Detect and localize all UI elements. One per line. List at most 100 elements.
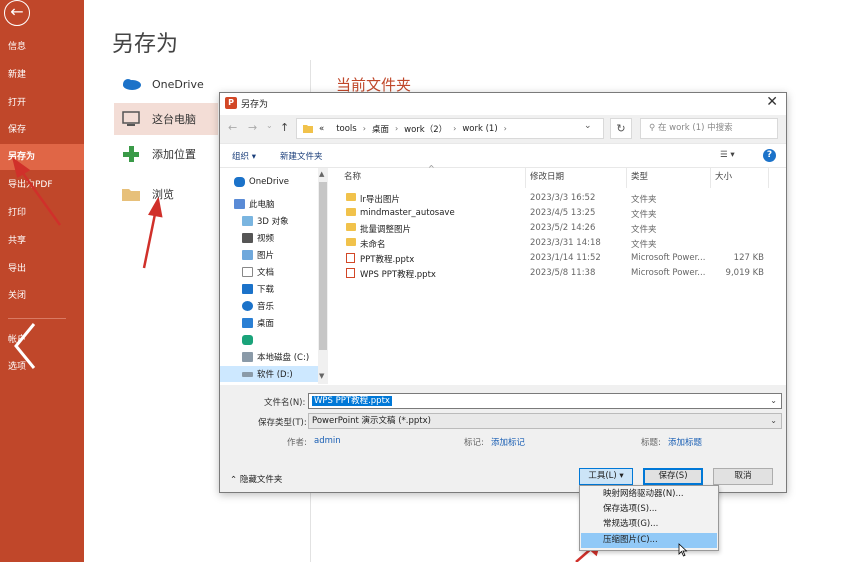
back-icon[interactable]: ← xyxy=(228,121,237,134)
file-row[interactable]: 批量调整图片 2023/5/2 14:26 文件夹 xyxy=(330,221,770,236)
folder-icon xyxy=(303,125,313,133)
tree-scrollbar[interactable]: ▲ ▼ xyxy=(318,168,328,384)
close-icon[interactable]: ✕ xyxy=(766,94,778,110)
tools-button[interactable]: 工具(L) ▾ xyxy=(579,468,633,485)
tree-label: OneDrive xyxy=(249,177,289,187)
app-icon xyxy=(242,335,253,345)
dialog-toolbar: 组织 ▾ 新建文件夹 ☰ ▾ ? xyxy=(220,143,786,167)
savetype-select[interactable]: PowerPoint 演示文稿 (*.pptx) ⌄ xyxy=(308,413,782,429)
column-size[interactable]: 大小 xyxy=(715,170,732,182)
breadcrumb-item[interactable]: 桌面 xyxy=(372,123,389,135)
file-date: 2023/4/5 13:25 xyxy=(530,208,596,218)
file-size: 9,019 KB xyxy=(725,268,764,278)
file-name: mindmaster_autosave xyxy=(360,208,455,218)
column-name[interactable]: 名称 xyxy=(344,170,361,182)
column-divider xyxy=(768,168,769,188)
tree-item-music[interactable]: 音乐 xyxy=(242,298,330,314)
powerpoint-icon: P xyxy=(225,97,237,109)
tree-item-pictures[interactable]: 图片 xyxy=(242,247,330,263)
hide-folders-toggle[interactable]: ⌃ 隐藏文件夹 xyxy=(230,473,282,485)
hide-folders-label: 隐藏文件夹 xyxy=(239,475,283,485)
file-row[interactable]: mindmaster_autosave 2023/4/5 13:25 文件夹 xyxy=(330,206,770,221)
author-label: 作者: xyxy=(287,438,307,448)
search-input[interactable]: ⚲ 在 work (1) 中搜索 xyxy=(640,118,778,139)
video-icon xyxy=(242,233,253,243)
location-add-place[interactable]: 添加位置 xyxy=(114,138,196,170)
chevron-down-icon[interactable]: ⌄ xyxy=(770,394,777,408)
tree-item-desktop[interactable]: 桌面 xyxy=(242,315,330,331)
file-row[interactable]: lr导出图片 2023/3/3 16:52 文件夹 xyxy=(330,191,770,206)
scrollbar-thumb[interactable] xyxy=(319,182,327,350)
menu-compress-pictures[interactable]: 压缩图片(C)... xyxy=(581,533,717,548)
navigation-tree: OneDrive 此电脑 3D 对象 视频 图片 文档 下载 音乐 桌面 本地磁… xyxy=(220,168,330,384)
file-row[interactable]: PPT教程.pptx 2023/1/14 11:52 Microsoft Pow… xyxy=(330,251,770,266)
location-label: OneDrive xyxy=(152,77,204,91)
tags-label: 标记: xyxy=(464,438,484,448)
chevron-down-icon[interactable]: ⌄ xyxy=(266,121,273,130)
file-row[interactable]: WPS PPT教程.pptx 2023/5/8 11:38 Microsoft … xyxy=(330,266,770,281)
tree-label: 图片 xyxy=(257,251,275,261)
column-date[interactable]: 修改日期 xyxy=(530,170,564,182)
mouse-cursor-icon xyxy=(678,543,688,557)
location-onedrive[interactable]: OneDrive xyxy=(114,68,204,100)
author-value[interactable]: admin xyxy=(314,436,341,446)
chevron-down-icon[interactable]: ▼ xyxy=(319,372,324,380)
add-tags-link[interactable]: 添加标记 xyxy=(491,436,525,448)
address-dropdown-icon[interactable]: ⌄ xyxy=(584,121,592,131)
tree-item-app[interactable] xyxy=(242,332,330,348)
search-placeholder: 在 work (1) 中搜索 xyxy=(657,123,733,133)
tree-item-documents[interactable]: 文档 xyxy=(242,264,330,280)
tools-label: 工具(L) xyxy=(588,471,617,481)
location-browse[interactable]: 浏览 xyxy=(114,178,174,210)
location-this-pc[interactable]: 这台电脑 xyxy=(114,103,218,135)
tree-item-drive-d[interactable]: 软件 (D:) xyxy=(220,366,320,382)
menu-map-network-drive[interactable]: 映射网络驱动器(N)... xyxy=(581,487,717,502)
page-title: 另存为 xyxy=(112,32,179,57)
chevron-right-icon: › xyxy=(362,124,366,133)
chevron-down-icon[interactable]: ⌄ xyxy=(770,414,777,428)
folder-icon xyxy=(346,223,356,231)
file-type: 文件夹 xyxy=(631,210,657,220)
file-row[interactable]: 未命名 2023/3/31 14:18 文件夹 xyxy=(330,236,770,251)
column-type[interactable]: 类型 xyxy=(631,170,648,182)
chevron-up-icon[interactable]: ▲ xyxy=(319,170,324,178)
desktop-icon xyxy=(242,318,253,328)
file-type: 文件夹 xyxy=(631,240,657,250)
breadcrumb-item[interactable]: tools xyxy=(336,124,357,134)
file-name: lr导出图片 xyxy=(360,195,400,205)
tree-item-videos[interactable]: 视频 xyxy=(242,230,330,246)
help-icon[interactable]: ? xyxy=(763,149,776,162)
folder-icon xyxy=(120,185,142,203)
column-divider xyxy=(525,168,526,188)
tree-item-this-pc[interactable]: 此电脑 xyxy=(234,196,324,212)
up-arrow-icon[interactable]: ↑ xyxy=(280,121,289,134)
tools-menu: 映射网络驱动器(N)... 保存选项(S)... 常规选项(G)... 压缩图片… xyxy=(579,485,719,551)
menu-general-options[interactable]: 常规选项(G)... xyxy=(581,517,717,532)
refresh-icon[interactable]: ↻ xyxy=(610,118,632,139)
breadcrumb-item[interactable]: work (1) xyxy=(462,124,497,134)
forward-icon[interactable]: → xyxy=(248,121,257,134)
dialog-titlebar: P 另存为 ✕ xyxy=(220,93,786,115)
view-options-button[interactable]: ☰ ▾ xyxy=(720,150,735,160)
title-label: 标题: xyxy=(641,438,661,448)
dialog-title: 另存为 xyxy=(241,100,269,110)
caret-down-icon: ▾ xyxy=(619,471,624,481)
file-name: PPT教程.pptx xyxy=(360,255,415,265)
tree-item-drive-c[interactable]: 本地磁盘 (C:) xyxy=(242,349,330,365)
address-bar[interactable]: « tools › 桌面 › work（2） › work (1) › xyxy=(296,118,604,139)
cancel-button[interactable]: 取消 xyxy=(713,468,773,485)
location-label: 添加位置 xyxy=(152,148,196,161)
add-title-link[interactable]: 添加标题 xyxy=(668,436,702,448)
organize-button[interactable]: 组织 ▾ xyxy=(232,150,256,162)
menu-save-options[interactable]: 保存选项(S)... xyxy=(581,502,717,517)
breadcrumb-item[interactable]: work（2） xyxy=(404,123,447,135)
tree-item-downloads[interactable]: 下载 xyxy=(242,281,330,297)
tree-label: 本地磁盘 (C:) xyxy=(257,353,310,363)
filename-field[interactable]: WPS PPT教程.pptx ⌄ xyxy=(308,393,782,409)
folder-icon xyxy=(346,238,356,246)
dialog-body: OneDrive 此电脑 3D 对象 视频 图片 文档 下载 音乐 桌面 本地磁… xyxy=(220,164,786,385)
save-button[interactable]: 保存(S) xyxy=(643,468,703,485)
tree-item-onedrive[interactable]: OneDrive xyxy=(234,174,324,190)
new-folder-button[interactable]: 新建文件夹 xyxy=(280,150,323,162)
tree-item-3d-objects[interactable]: 3D 对象 xyxy=(242,213,330,229)
